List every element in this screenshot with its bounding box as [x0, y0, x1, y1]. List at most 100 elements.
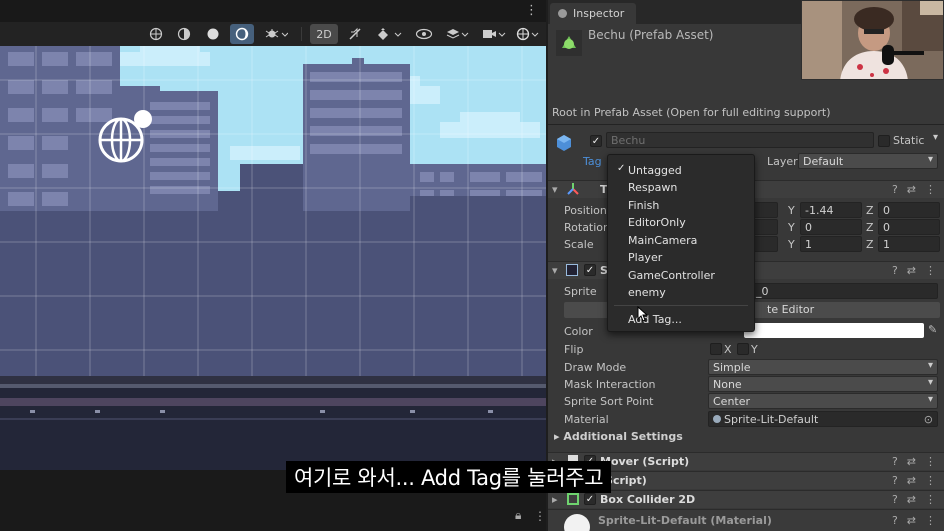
- position-z-field[interactable]: 0: [878, 202, 940, 218]
- effects-icon[interactable]: [371, 24, 407, 44]
- tag-option-maincamera[interactable]: MainCamera: [628, 234, 697, 247]
- bug-icon[interactable]: [259, 24, 293, 44]
- flip-y-label: Y: [751, 343, 758, 356]
- component-menu-icon[interactable]: ⋮: [925, 474, 936, 487]
- tag-option-untagged[interactable]: Untagged: [628, 164, 682, 177]
- component-menu-icon[interactable]: ⋮: [925, 514, 936, 527]
- sprite-renderer-icon: [566, 264, 578, 276]
- prefab-thumbnail-icon: [556, 30, 582, 56]
- tag-option-respawn[interactable]: Respawn: [628, 181, 677, 194]
- y-axis-label: Y: [788, 204, 795, 217]
- preset-icon[interactable]: ⇄: [907, 474, 916, 487]
- static-checkbox[interactable]: [878, 135, 890, 147]
- tag-option-player[interactable]: Player: [628, 251, 662, 264]
- component-menu-icon[interactable]: ⋮: [925, 455, 936, 468]
- color-swatch[interactable]: [744, 323, 924, 338]
- lock-icon[interactable]: 🔒︎: [515, 508, 521, 523]
- unity-editor: ⋮ 2D 🔒︎ ⋮ Inspector Bechu (Prefab Asset)…: [0, 0, 944, 531]
- tag-option-enemy[interactable]: enemy: [628, 286, 666, 299]
- help-icon[interactable]: ?: [892, 264, 898, 277]
- help-icon[interactable]: ?: [892, 493, 898, 506]
- preset-icon[interactable]: ⇄: [907, 264, 916, 277]
- gizmo-globe-icon[interactable]: [145, 24, 167, 44]
- divider: [548, 124, 944, 125]
- help-icon[interactable]: ?: [892, 455, 898, 468]
- 2d-toggle-button[interactable]: 2D: [310, 24, 338, 44]
- shading-icon[interactable]: [173, 24, 195, 44]
- z-axis-label: Z: [866, 204, 874, 217]
- video-subtitle: 여기로 와서... Add Tag를 눌러주고: [286, 461, 612, 493]
- tag-label: Tag: [583, 155, 602, 168]
- scale-z-field[interactable]: 1: [878, 236, 940, 252]
- eyedropper-icon[interactable]: ✎: [928, 323, 937, 336]
- sprite-field[interactable]: u_0: [744, 283, 938, 299]
- preset-icon[interactable]: ⇄: [907, 514, 916, 527]
- preset-icon[interactable]: ⇄: [907, 493, 916, 506]
- material-label: Material: [564, 413, 609, 426]
- sphere-icon[interactable]: [202, 24, 224, 44]
- gameobject-cube-icon: [554, 133, 574, 153]
- layers-icon[interactable]: [440, 24, 474, 44]
- object-picker-icon[interactable]: ⊙: [924, 413, 933, 426]
- color-label: Color: [564, 325, 593, 338]
- rotation-z-field[interactable]: 0: [878, 219, 940, 235]
- scale-y-field[interactable]: 1: [800, 236, 862, 252]
- foldout-arrow-icon[interactable]: ▾: [552, 264, 558, 277]
- flip-y-checkbox[interactable]: [737, 343, 749, 355]
- component-menu-icon[interactable]: ⋮: [925, 493, 936, 506]
- sprite-sort-point-label: Sprite Sort Point: [564, 395, 654, 408]
- audio-icon[interactable]: [343, 24, 367, 44]
- preset-icon[interactable]: ⇄: [907, 183, 916, 196]
- help-icon[interactable]: ?: [892, 514, 898, 527]
- asset-title: Bechu (Prefab Asset): [588, 28, 714, 42]
- component-menu-icon[interactable]: ⋮: [925, 183, 936, 196]
- scene-viewport[interactable]: [0, 46, 546, 470]
- draw-mode-dropdown[interactable]: Simple: [708, 359, 938, 375]
- rotation-y-field[interactable]: 0: [800, 219, 862, 235]
- tag-option-gamecontroller[interactable]: GameController: [628, 269, 715, 282]
- kebab-menu-icon[interactable]: ⋮: [534, 509, 546, 523]
- prefab-root-note: Root in Prefab Asset (Open for full edit…: [552, 106, 831, 119]
- tag-option-editoronly[interactable]: EditorOnly: [628, 216, 686, 229]
- layer-dropdown[interactable]: Default: [798, 153, 938, 169]
- menu-separator: [614, 305, 748, 306]
- flip-x-label: X: [724, 343, 732, 356]
- foldout-arrow-icon[interactable]: ▾: [552, 183, 558, 196]
- additional-settings-foldout[interactable]: ▸ Additional Settings: [554, 430, 683, 443]
- kebab-menu-icon[interactable]: ⋮: [525, 3, 538, 18]
- visibility-icon[interactable]: [411, 24, 437, 44]
- box-collider-enabled-checkbox[interactable]: ✓: [584, 493, 596, 505]
- help-icon[interactable]: ?: [892, 474, 898, 487]
- material-field[interactable]: Sprite-Lit-Default ⊙: [708, 411, 938, 427]
- material-preview-sphere: [564, 514, 590, 531]
- gizmos-icon[interactable]: [512, 24, 544, 44]
- flip-x-checkbox[interactable]: [710, 343, 722, 355]
- moon-icon[interactable]: [230, 24, 254, 44]
- material-footer[interactable]: Sprite-Lit-Default (Material) ? ⇄ ⋮: [548, 509, 944, 531]
- tag-dropdown-menu: ✓ Untagged Respawn Finish EditorOnly Mai…: [607, 154, 755, 332]
- layer-label: Layer: [767, 155, 798, 168]
- tab-inspector-label: Inspector: [573, 7, 625, 20]
- gameobject-name-field[interactable]: Bechu: [606, 132, 874, 148]
- webcam-overlay: [801, 0, 944, 80]
- sprite-sort-point-dropdown[interactable]: Center: [708, 393, 938, 409]
- mover-script-title: Mover (Script): [600, 455, 690, 468]
- z-axis-label: Z: [866, 221, 874, 234]
- info-icon: [558, 9, 567, 18]
- mask-interaction-dropdown[interactable]: None: [708, 376, 938, 392]
- foldout-arrow-icon[interactable]: ▸: [552, 493, 558, 506]
- tag-option-finish[interactable]: Finish: [628, 199, 659, 212]
- mouse-cursor-icon: [637, 306, 649, 322]
- camera-icon[interactable]: [477, 24, 511, 44]
- static-label: Static: [893, 134, 925, 147]
- rotation-label: Rotation: [564, 221, 611, 234]
- sprite-renderer-enabled-checkbox[interactable]: ✓: [584, 264, 596, 276]
- position-y-field[interactable]: -1.44: [800, 202, 862, 218]
- static-dropdown[interactable]: [928, 132, 942, 148]
- active-checkbox[interactable]: ✓: [590, 135, 602, 147]
- tab-inspector[interactable]: Inspector: [550, 3, 636, 24]
- help-icon[interactable]: ?: [892, 183, 898, 196]
- component-menu-icon[interactable]: ⋮: [925, 264, 936, 277]
- preset-icon[interactable]: ⇄: [907, 455, 916, 468]
- 2d-label: 2D: [316, 27, 332, 41]
